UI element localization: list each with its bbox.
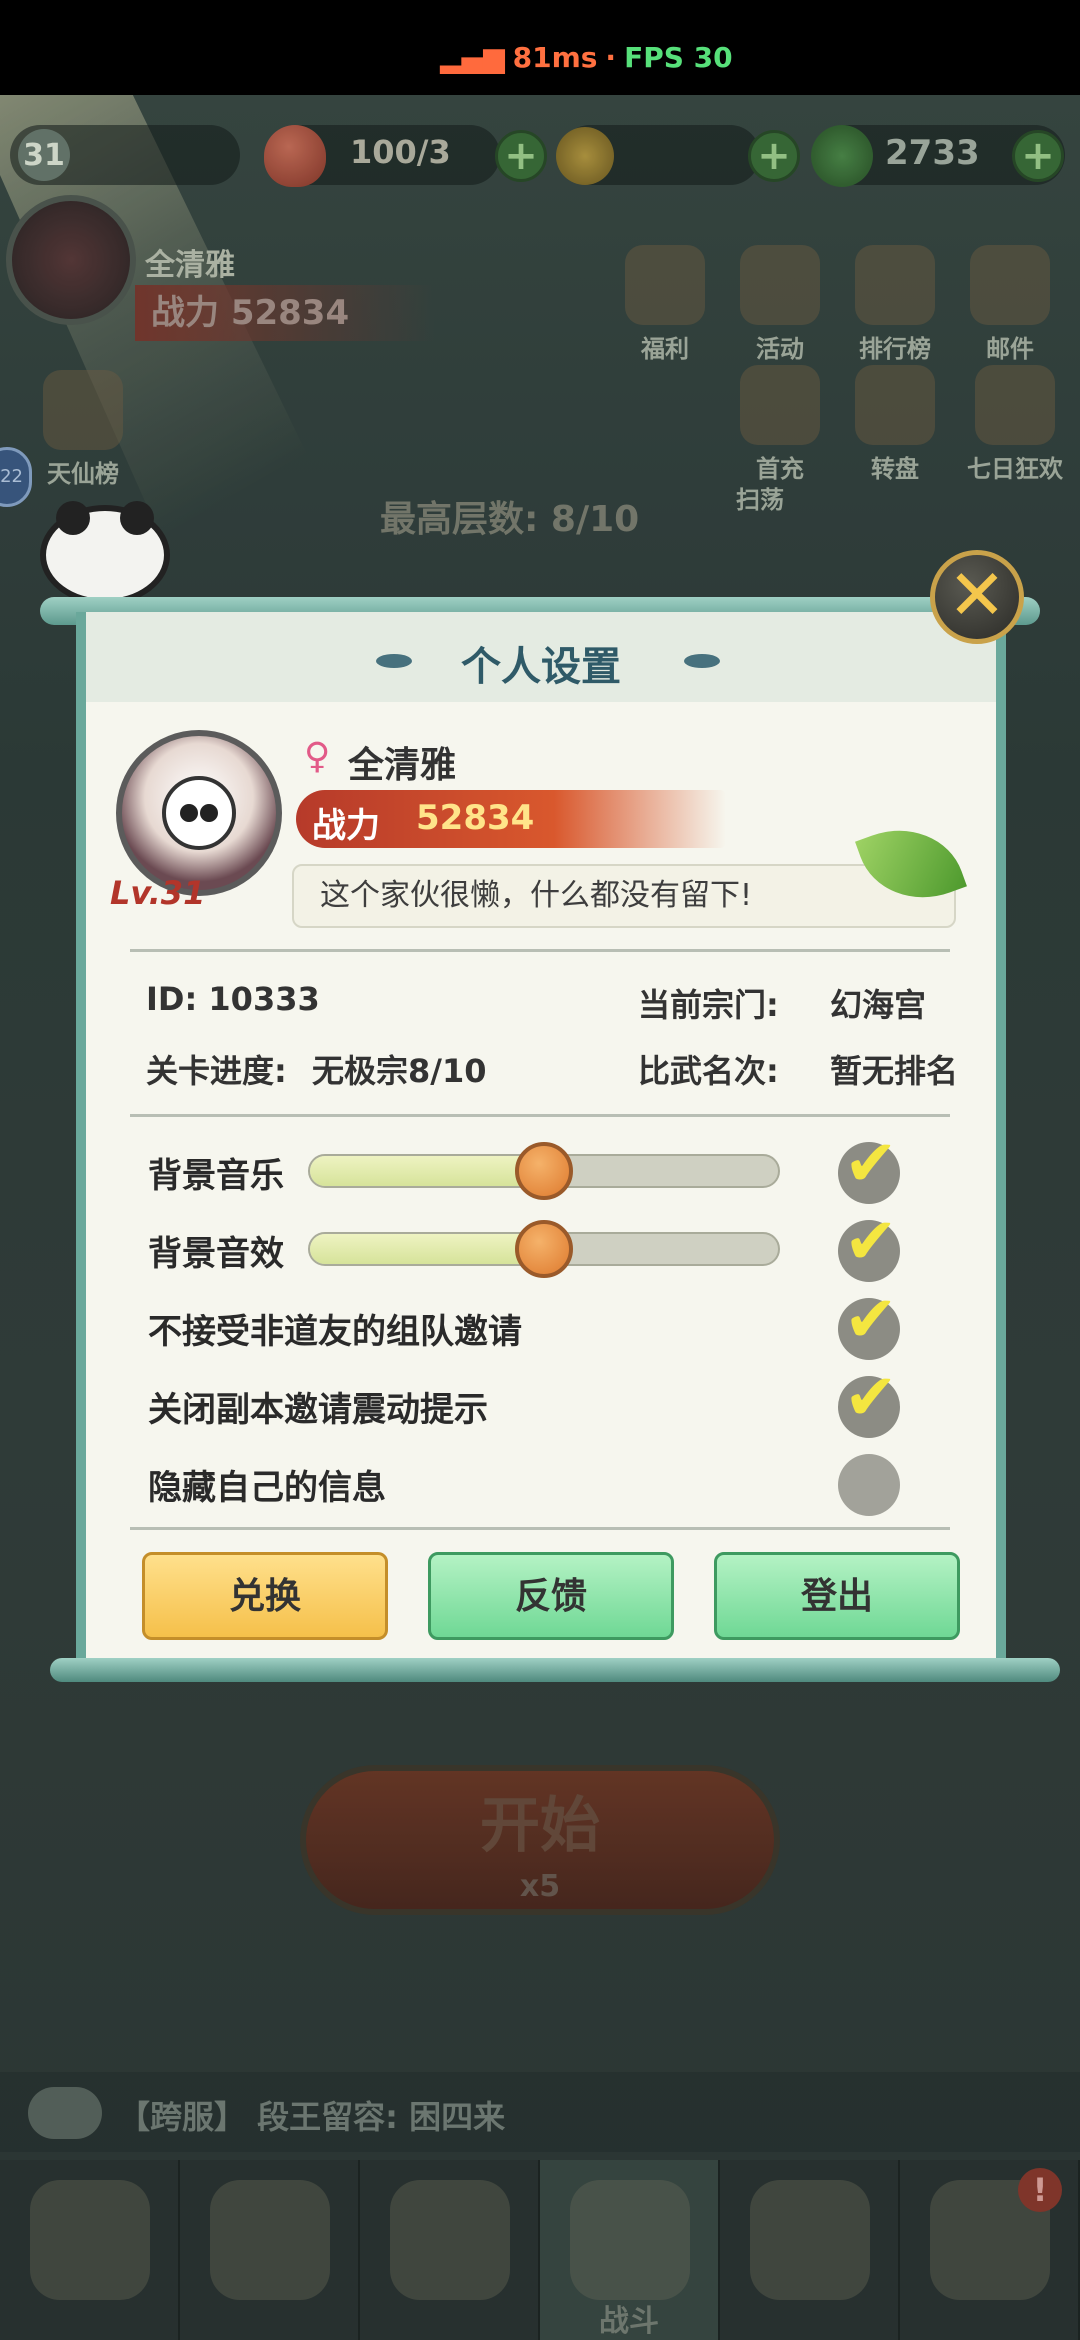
signal-icon: ▂▄▆ [440,40,505,74]
sect-value: 幻海宫 [830,986,927,1024]
eye [200,804,218,822]
slider-fill [310,1234,544,1264]
ping-value: 81ms [512,40,598,74]
checkmark-icon: ✔ [844,1127,898,1201]
setting-label-music: 背景音乐 [148,1156,284,1196]
vibrate-checkbox[interactable]: ✔ [838,1366,900,1438]
dialog-title: 个人设置 [461,644,621,690]
fps-value: FPS 30 [624,40,733,74]
net-separator: · [605,40,617,74]
player-id: ID: 10333 [146,980,320,1018]
power-label: 战力 [312,806,380,846]
setting-label-sfx: 背景音效 [148,1234,284,1274]
rank-label: 比武名次: [638,1052,779,1090]
sfx-checkbox[interactable]: ✔ [838,1210,900,1282]
motto-field[interactable]: 这个家伙很懒，什么都没有留下! [292,864,956,928]
checkmark-icon: ✔ [844,1361,898,1435]
close-button[interactable]: ✕ [930,550,1024,644]
divider [130,1114,950,1117]
progress-value: 无极宗8/10 [312,1052,487,1090]
dialog-header: 个人设置 [86,612,996,702]
panda-face-icon [162,776,236,850]
checkmark-icon: ✔ [844,1283,898,1357]
profile-level: Lv.31 [110,874,206,912]
profile-name: 全清雅 [348,745,457,786]
setting-label-hide-info: 隐藏自己的信息 [148,1468,386,1508]
logout-button[interactable]: 登出 [714,1552,960,1640]
progress-label: 关卡进度: [146,1052,287,1090]
network-indicator: ▂▄▆ 81ms · FPS 30 [440,35,733,79]
setting-label-team-invite: 不接受非道友的组队邀请 [148,1312,522,1352]
panda-ear [56,501,90,535]
settings-dialog: 个人设置 Lv.31 ♀ 全清雅 战力 52834 这个家伙很懒，什么都没有留下… [76,612,1006,1667]
panda-ear [120,501,154,535]
female-icon: ♀ [304,736,331,777]
eye [180,804,198,822]
divider [130,949,950,952]
slider-thumb[interactable] [515,1142,573,1200]
scroll-bottom-rod [50,1658,1060,1682]
sfx-volume-slider[interactable] [308,1220,780,1278]
setting-label-vibrate: 关闭副本邀请震动提示 [148,1390,488,1430]
power-value: 52834 [416,798,535,838]
panda-mascot-icon [40,501,170,605]
ornament-right-icon [684,654,720,668]
feedback-button[interactable]: 反馈 [428,1552,674,1640]
sect-label: 当前宗门: [638,986,779,1024]
checkmark-icon: ✔ [844,1205,898,1279]
slider-fill [310,1156,544,1186]
rank-value: 暂无排名 [830,1052,959,1090]
hide-info-checkbox[interactable]: ✔ [838,1454,900,1516]
divider [130,1527,950,1530]
music-checkbox[interactable]: ✔ [838,1132,900,1204]
profile-avatar[interactable] [116,730,282,896]
team-invite-checkbox[interactable]: ✔ [838,1288,900,1360]
slider-thumb[interactable] [515,1220,573,1278]
music-volume-slider[interactable] [308,1142,780,1200]
redeem-button[interactable]: 兑换 [142,1552,388,1640]
